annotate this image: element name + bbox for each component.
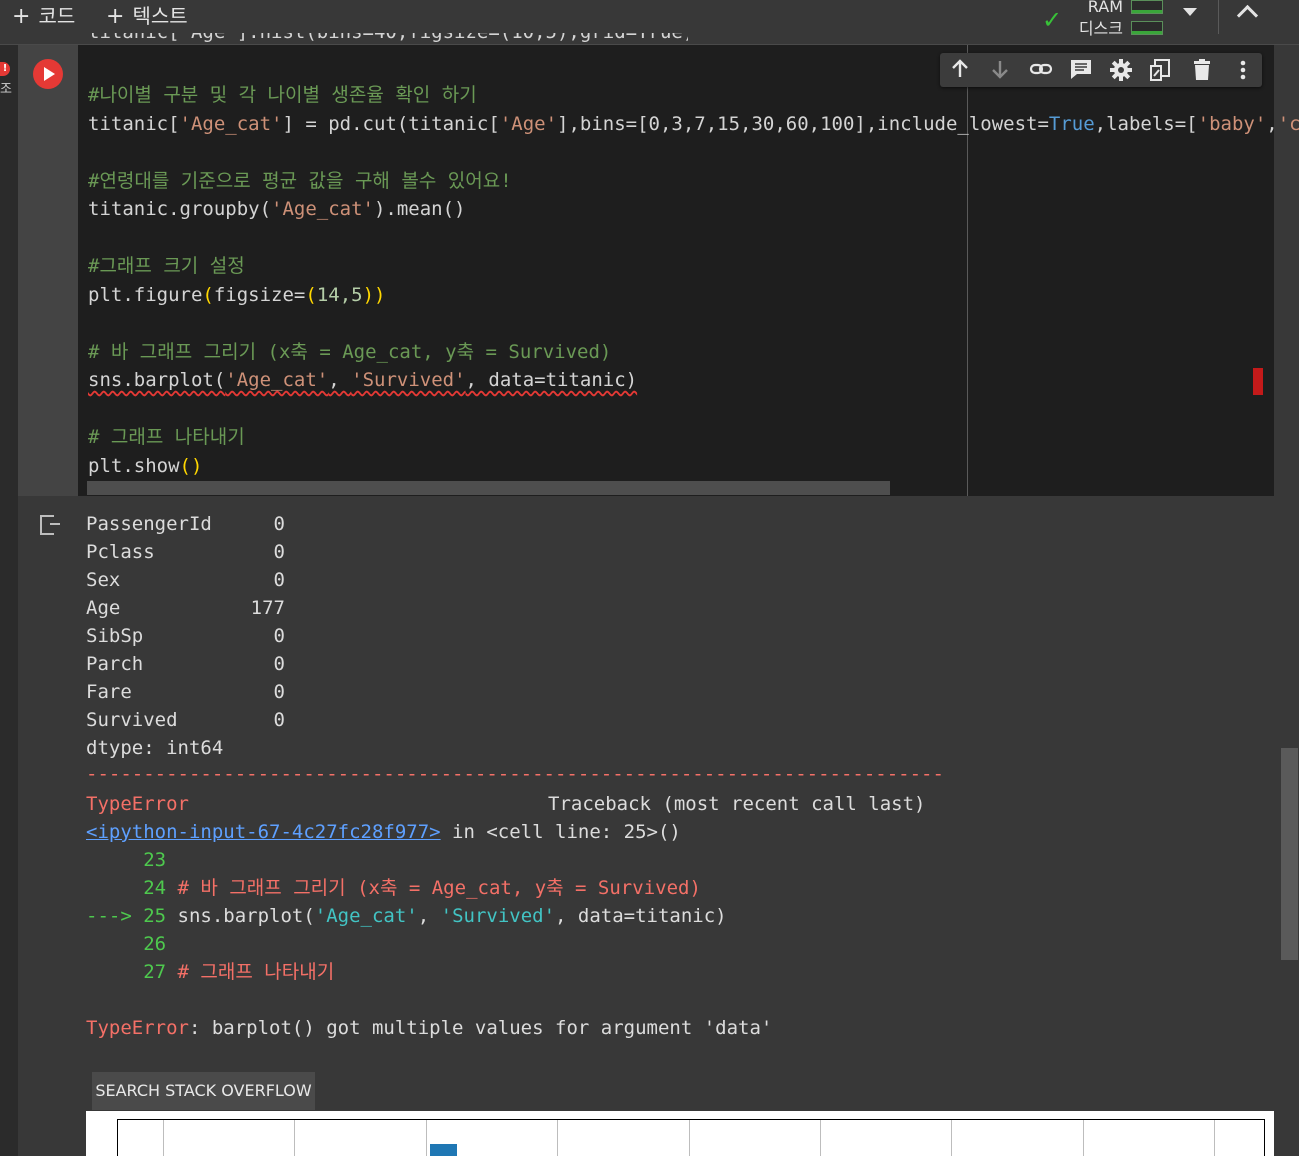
traceback-title: Traceback (most recent call last) <box>548 793 926 815</box>
series-row-name: PassengerId <box>86 513 212 535</box>
code-line-figure: plt.figure(figsize=(14,5)) <box>88 284 386 306</box>
output-icon[interactable] <box>40 515 60 535</box>
plot-gridline <box>163 1120 164 1156</box>
ram-label: RAM <box>1087 0 1123 16</box>
resources-dropdown-icon[interactable] <box>1183 8 1197 16</box>
plot-gridline <box>820 1120 821 1156</box>
code-comment-4: # 바 그래프 그리기 (x축 = Age_cat, y축 = Survived… <box>88 341 612 363</box>
plot-gridline <box>557 1120 558 1156</box>
delete-icon[interactable] <box>1189 58 1215 82</box>
series-row-name: Sex <box>86 569 121 591</box>
series-row-value: 0 <box>273 681 285 703</box>
toolbar-divider <box>1218 0 1219 34</box>
series-row-name: Survived <box>86 709 178 731</box>
code-line-barplot: sns.barplot('Age_cat', 'Survived', data=… <box>88 369 638 391</box>
code-line-cut: titanic['Age'].hist(bins=40,figsize=(10,… <box>88 33 688 47</box>
plot-gridline <box>1083 1120 1084 1156</box>
cell-toolbar <box>940 53 1262 87</box>
add-text-button[interactable]: + 텍스트 <box>106 2 188 30</box>
series-row-value: 0 <box>273 709 285 731</box>
settings-icon[interactable] <box>1108 58 1134 82</box>
mirror-cell-icon[interactable] <box>1148 58 1174 82</box>
plot-bar <box>430 1144 457 1156</box>
add-text-label: 텍스트 <box>132 4 188 28</box>
move-down-icon[interactable] <box>987 58 1013 82</box>
search-stack-overflow-button[interactable]: SEARCH STACK OVERFLOW <box>92 1072 315 1110</box>
left-panel-strip <box>0 45 18 1156</box>
series-row-name: Pclass <box>86 541 155 563</box>
code-comment-3: #그래프 크기 설정 <box>88 255 245 277</box>
traceback-line-23: 23 <box>86 849 167 871</box>
add-code-label: 코드 <box>38 4 76 28</box>
series-row-name: SibSp <box>86 625 144 647</box>
plot-gridline <box>689 1120 690 1156</box>
editor-horizontal-scrollbar[interactable] <box>87 481 890 495</box>
plot-axes-frame <box>117 1119 1265 1156</box>
series-row-value: 0 <box>273 625 285 647</box>
dtype-line: dtype: int64 <box>86 737 224 759</box>
series-row-value: 0 <box>273 513 285 535</box>
connected-check-icon: ✓ <box>1042 6 1063 34</box>
series-row-name: Age <box>86 597 121 619</box>
traceback-location: <ipython-input-67-4c27fc28f977> in <cell… <box>86 821 681 843</box>
traceback-divider: ----------------------------------------… <box>86 763 944 785</box>
series-row-name: Fare <box>86 681 132 703</box>
code-comment-5: # 그래프 나타내기 <box>88 426 245 448</box>
series-row-name: Parch <box>86 653 144 675</box>
series-row-value: 0 <box>273 541 285 563</box>
add-code-button[interactable]: + 코드 <box>12 2 75 30</box>
traceback-line-25: ---> 25 sns.barplot('Age_cat', 'Survived… <box>86 905 727 927</box>
ram-usage-bar <box>1131 0 1163 14</box>
traceback-line-26: 26 <box>86 933 167 955</box>
error-type: TypeError <box>86 1017 189 1039</box>
plot-gridline <box>1214 1120 1215 1156</box>
error-message: TypeError: barplot() got multiple values… <box>86 1017 773 1039</box>
plot-gridline <box>951 1120 952 1156</box>
traceback-error-type: TypeError <box>86 793 189 815</box>
page-vertical-scrollbar[interactable] <box>1281 748 1298 960</box>
link-icon[interactable] <box>1028 58 1054 82</box>
series-row-value: 0 <box>273 569 285 591</box>
run-cell-button[interactable] <box>33 59 63 89</box>
code-line-cut-bins: titanic['Age_cat'] = pd.cut(titanic['Age… <box>88 113 1299 135</box>
move-up-icon[interactable] <box>947 58 973 82</box>
series-row-value: 177 <box>250 597 285 619</box>
more-icon[interactable] <box>1230 58 1256 82</box>
disk-label: 디스크 <box>1078 19 1123 38</box>
plus-icon: + <box>106 4 125 29</box>
code-comment-1: #나이별 구분 및 각 나이별 생존율 확인 하기 <box>88 84 477 106</box>
disk-usage-bar <box>1131 21 1163 35</box>
cell-gutter <box>18 45 78 496</box>
collapse-header-icon[interactable] <box>1236 4 1259 27</box>
code-line-groupby: titanic.groupby('Age_cat').mean() <box>88 198 466 220</box>
plot-gridline <box>294 1120 295 1156</box>
traceback-header: TypeError Traceback (most recent call las… <box>86 790 926 818</box>
error-marker <box>1253 368 1263 395</box>
series-row-value: 0 <box>273 653 285 675</box>
comment-icon[interactable] <box>1068 58 1094 82</box>
side-label: 조 <box>0 82 12 97</box>
code-line-show: plt.show() <box>88 455 203 477</box>
plus-icon: + <box>12 4 31 29</box>
code-comment-2: #연령대를 기준으로 평균 값을 구해 볼수 있어요! <box>88 170 512 192</box>
traceback-line-27: 27 # 그래프 나타내기 <box>86 961 335 983</box>
plot-gridline <box>426 1120 427 1156</box>
traceback-line-24: 24 # 바 그래프 그리기 (x축 = Age_cat, y축 = Survi… <box>86 877 701 899</box>
ipython-input-link[interactable]: <ipython-input-67-4c27fc28f977> <box>86 821 441 843</box>
